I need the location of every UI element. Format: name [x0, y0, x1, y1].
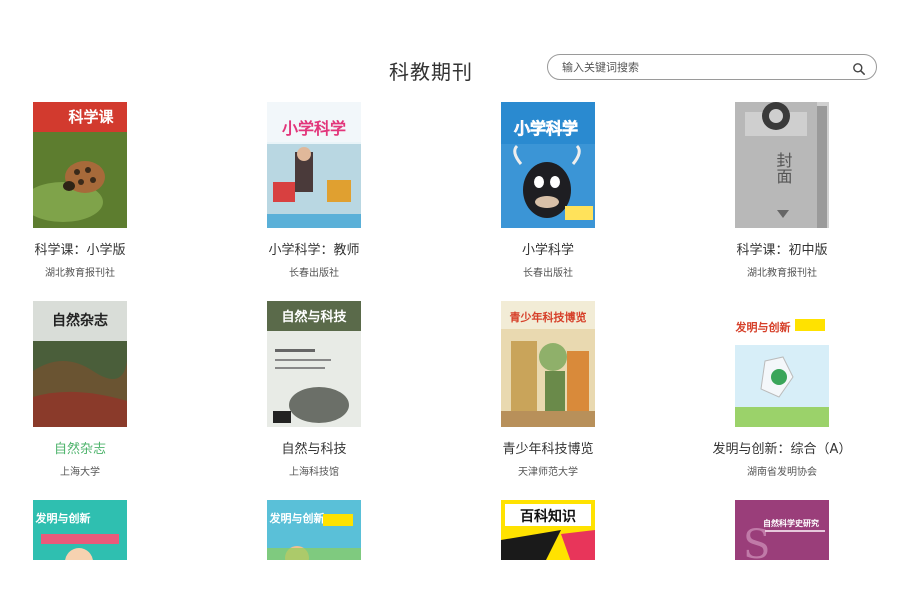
cover-title-text: 小学科学 — [282, 119, 346, 138]
journal-title[interactable]: 小学科学：教师 — [214, 239, 414, 258]
cover-title-text: 自然与科技 — [281, 309, 347, 325]
search-input[interactable] — [562, 58, 842, 76]
journal-card[interactable]: 小学科学 小学科学 长春出版社 — [448, 102, 648, 279]
viewport-bottom-mask — [0, 560, 900, 600]
cover-title-text: 自然科学史研究 — [763, 518, 819, 528]
cover-title-text: 科学课 — [68, 108, 114, 126]
journal-cover[interactable]: 小学科学 — [267, 102, 361, 228]
journal-title[interactable]: 青少年科技博览 — [448, 438, 648, 457]
journal-title[interactable]: 自然与科技 — [214, 438, 414, 457]
journal-publisher: 上海大学 — [60, 467, 100, 478]
journal-card[interactable]: 科学课 科学课：小学版 湖北教育报刊社 — [0, 102, 180, 279]
journal-cover[interactable]: 封面 — [735, 102, 829, 228]
journal-title[interactable]: 发明与创新：综合（A） — [682, 438, 882, 457]
journal-card[interactable]: 小学科学 小学科学：教师 长春出版社 — [214, 102, 414, 279]
journal-title[interactable]: 科学课：初中版 — [682, 239, 882, 258]
search-box[interactable] — [547, 54, 877, 80]
journal-cover[interactable]: 科学课 — [33, 102, 127, 228]
cover-title-text: 小学科学 — [514, 119, 578, 138]
journal-cover[interactable]: 青少年科技博览 — [501, 301, 595, 427]
cover-title-text: 发明与创新 — [35, 511, 91, 525]
journal-publisher: 湖北教育报刊社 — [45, 268, 115, 279]
cover-title-text: 自然杂志 — [52, 312, 108, 329]
journal-publisher: 上海科技馆 — [289, 467, 339, 478]
journal-publisher: 天津师范大学 — [518, 467, 578, 478]
cover-title-text: 百科知识 — [520, 508, 576, 525]
journal-card[interactable]: 自然与科技 自然与科技 上海科技馆 — [214, 301, 414, 478]
journal-cover[interactable]: 发明与创新 — [735, 301, 829, 427]
cover-title-text: 发明与创新 — [269, 511, 325, 525]
journal-title[interactable]: 科学课：小学版 — [0, 239, 180, 258]
journal-publisher: 湖南省发明协会 — [747, 467, 817, 478]
cover-title-text: 青少年科技博览 — [510, 310, 587, 324]
journal-cover[interactable]: 小学科学 — [501, 102, 595, 228]
journal-cover[interactable]: 自然与科技 — [267, 301, 361, 427]
journal-title[interactable]: 自然杂志 — [0, 438, 180, 457]
journal-card[interactable]: 封面 科学课：初中版 湖北教育报刊社 — [682, 102, 882, 279]
journal-cover[interactable]: 自然杂志 — [33, 301, 127, 427]
journal-publisher: 湖北教育报刊社 — [747, 268, 817, 279]
cover-title-text: 发明与创新 — [735, 320, 791, 334]
journal-card[interactable]: 发明与创新 发明与创新：综合（A） 湖南省发明协会 — [682, 301, 882, 478]
search-icon[interactable] — [852, 61, 866, 75]
cover-title-text: 封面 — [774, 152, 793, 184]
journal-publisher: 长春出版社 — [289, 268, 339, 279]
journal-card[interactable]: 青少年科技博览 青少年科技博览 天津师范大学 — [448, 301, 648, 478]
journal-publisher: 长春出版社 — [523, 268, 573, 279]
journal-card[interactable]: 自然杂志 自然杂志 上海大学 — [0, 301, 180, 478]
journal-title[interactable]: 小学科学 — [448, 239, 648, 258]
